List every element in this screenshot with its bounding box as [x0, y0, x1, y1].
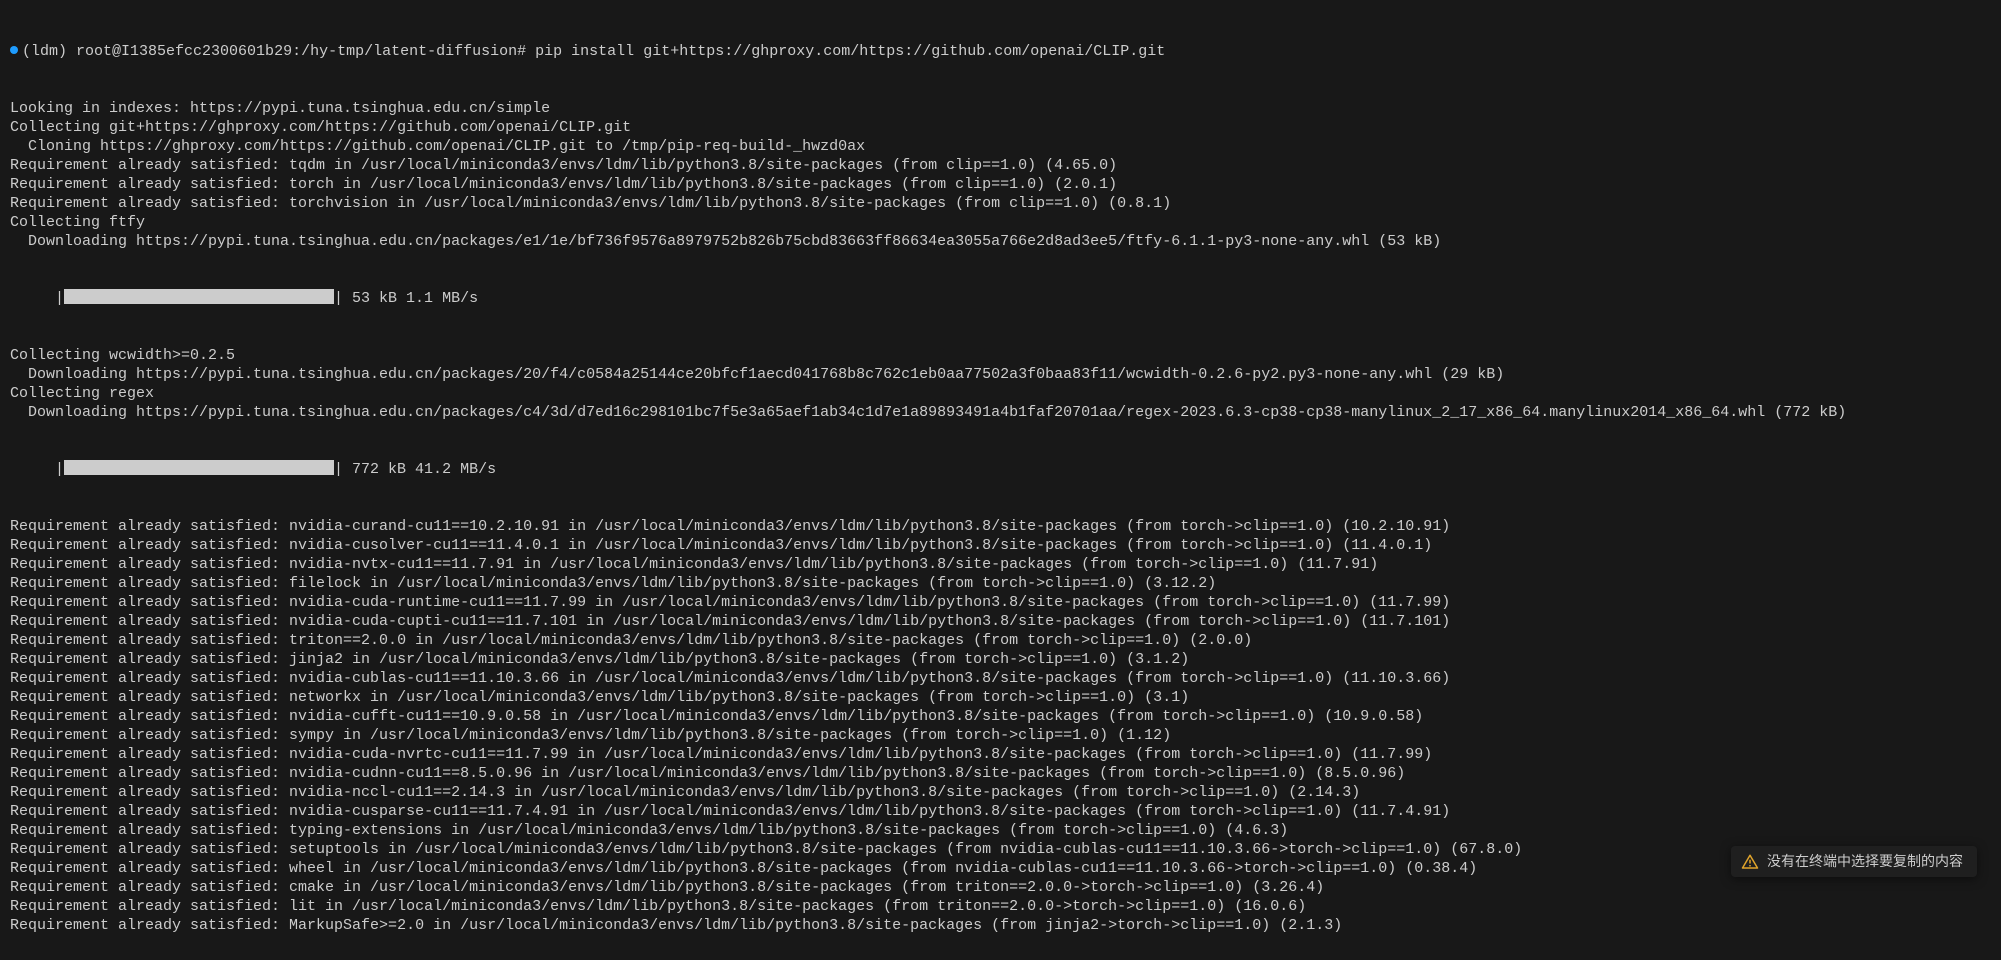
terminal-output-line: Looking in indexes: https://pypi.tuna.ts…	[10, 99, 1995, 118]
terminal-output-line: Requirement already satisfied: nvidia-cu…	[10, 612, 1995, 631]
terminal-output-line: Requirement already satisfied: sympy in …	[10, 726, 1995, 745]
terminal-output-line: Collecting wcwidth>=0.2.5	[10, 346, 1995, 365]
terminal-output-line: Requirement already satisfied: cmake in …	[10, 878, 1995, 897]
status-dot-icon	[10, 46, 18, 54]
prompt-userhost: root@I1385efcc2300601b29	[76, 43, 292, 60]
progress-fill-icon	[64, 460, 334, 475]
terminal-output-line: Requirement already satisfied: nvidia-cu…	[10, 764, 1995, 783]
terminal-output-line: Requirement already satisfied: typing-ex…	[10, 821, 1995, 840]
terminal-output-line: Requirement already satisfied: nvidia-cu…	[10, 802, 1995, 821]
terminal-area[interactable]: (ldm) root@I1385efcc2300601b29:/hy-tmp/l…	[0, 0, 2001, 960]
progress-tail-1: 53 kB 1.1 MB/s	[343, 290, 478, 307]
terminal-output-line: Downloading https://pypi.tuna.tsinghua.e…	[10, 232, 1995, 251]
terminal-output-line: Requirement already satisfied: nvidia-cu…	[10, 517, 1995, 536]
terminal-output-line: Collecting git+https://ghproxy.com/https…	[10, 118, 1995, 137]
terminal-output-line: Requirement already satisfied: torchvisi…	[10, 194, 1995, 213]
terminal-output-line: Requirement already satisfied: nvidia-cu…	[10, 745, 1995, 764]
terminal-output-line: Requirement already satisfied: setuptool…	[10, 840, 1995, 859]
terminal-output-line: Collecting ftfy	[10, 213, 1995, 232]
progress-bar-2: || 772 kB 41.2 MB/s	[10, 460, 1995, 479]
terminal-output-line: Collecting regex	[10, 384, 1995, 403]
terminal-output-line: Requirement already satisfied: MarkupSaf…	[10, 916, 1995, 935]
warning-icon	[1741, 853, 1759, 871]
terminal-output-line: Cloning https://ghproxy.com/https://gith…	[10, 137, 1995, 156]
progress-bar-1: || 53 kB 1.1 MB/s	[10, 289, 1995, 308]
copy-warning-toast: 没有在终端中选择要复制的内容	[1731, 846, 1977, 877]
terminal-output-line: Requirement already satisfied: nvidia-cu…	[10, 593, 1995, 612]
terminal-output-line: Downloading https://pypi.tuna.tsinghua.e…	[10, 403, 1995, 422]
terminal-output-line: Requirement already satisfied: networkx …	[10, 688, 1995, 707]
progress-tail-2: 772 kB 41.2 MB/s	[343, 461, 496, 478]
terminal-output-line: Requirement already satisfied: jinja2 in…	[10, 650, 1995, 669]
terminal-output-line: Requirement already satisfied: wheel in …	[10, 859, 1995, 878]
prompt-path: /hy-tmp/latent-diffusion	[301, 43, 517, 60]
terminal-output-line: Requirement already satisfied: filelock …	[10, 574, 1995, 593]
terminal-output-line: Requirement already satisfied: nvidia-cu…	[10, 669, 1995, 688]
prompt-line: (ldm) root@I1385efcc2300601b29:/hy-tmp/l…	[10, 42, 1995, 61]
terminal-output-line: Requirement already satisfied: tqdm in /…	[10, 156, 1995, 175]
terminal-output-line: Requirement already satisfied: nvidia-cu…	[10, 707, 1995, 726]
terminal-output-line: Downloading https://pypi.tuna.tsinghua.e…	[10, 365, 1995, 384]
terminal-output-line: Requirement already satisfied: nvidia-cu…	[10, 536, 1995, 555]
prompt-env: (ldm)	[22, 43, 67, 60]
prompt-command: pip install git+https://ghproxy.com/http…	[535, 43, 1165, 60]
toast-text: 没有在终端中选择要复制的内容	[1767, 852, 1963, 871]
prompt-sep: #	[517, 43, 526, 60]
progress-fill-icon	[64, 289, 334, 304]
terminal-output-line: Requirement already satisfied: nvidia-nv…	[10, 555, 1995, 574]
terminal-output-line: Requirement already satisfied: nvidia-nc…	[10, 783, 1995, 802]
terminal-output-line: Requirement already satisfied: triton==2…	[10, 631, 1995, 650]
terminal-output-line: Requirement already satisfied: torch in …	[10, 175, 1995, 194]
